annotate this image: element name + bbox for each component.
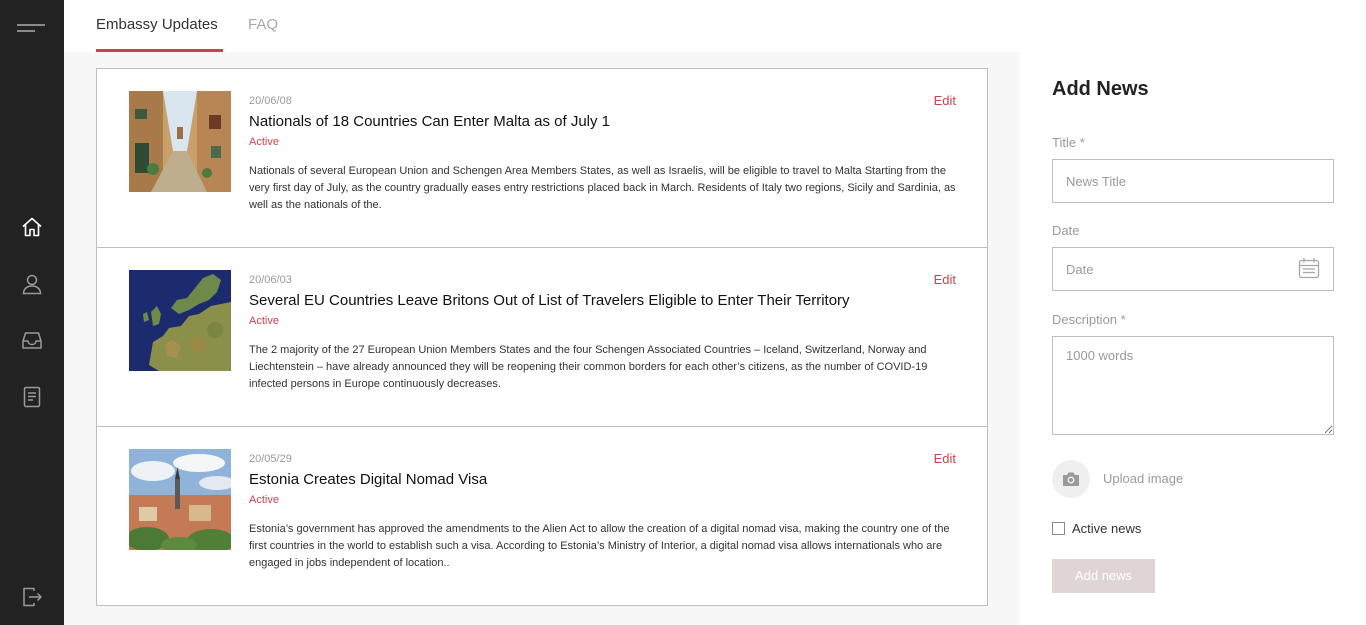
camera-icon[interactable] [1052, 460, 1090, 498]
title-label: Title * [1052, 135, 1085, 150]
news-status: Active [249, 136, 279, 148]
edit-link[interactable]: Edit [934, 93, 956, 108]
top-tabs: Embassy Updates FAQ [64, 0, 1366, 52]
logout-icon[interactable] [20, 585, 44, 609]
active-news-label[interactable]: Active news [1072, 521, 1141, 536]
news-thumbnail-tallinn [129, 449, 231, 550]
date-label: Date [1052, 223, 1080, 238]
news-description: Nationals of several European Union and … [249, 165, 956, 211]
inbox-icon[interactable] [20, 328, 44, 352]
news-thumbnail-europe-map [129, 270, 231, 371]
description-label: Description * [1052, 312, 1126, 327]
add-news-button[interactable]: Add news [1052, 559, 1155, 593]
tab-embassy-updates[interactable]: Embassy Updates [96, 0, 223, 52]
news-item: 20/06/03 Several EU Countries Leave Brit… [97, 248, 987, 427]
document-icon[interactable] [20, 385, 44, 409]
news-date: 20/06/08 [249, 95, 292, 107]
edit-link[interactable]: Edit [934, 451, 956, 466]
news-status: Active [249, 315, 279, 327]
home-icon[interactable] [20, 215, 44, 239]
news-date: 20/06/03 [249, 274, 292, 286]
menu-icon[interactable] [17, 22, 45, 36]
news-thumbnail-street [129, 91, 231, 192]
description-textarea[interactable] [1052, 336, 1334, 435]
news-date: 20/05/29 [249, 453, 292, 465]
panel-title: Add News [1052, 78, 1149, 100]
news-description: Estonia’s government has approved the am… [249, 523, 950, 569]
edit-link[interactable]: Edit [934, 272, 956, 287]
news-title[interactable]: Several EU Countries Leave Britons Out o… [249, 292, 850, 309]
news-title[interactable]: Nationals of 18 Countries Can Enter Malt… [249, 113, 610, 130]
news-list: 20/06/08 Nationals of 18 Countries Can E… [96, 68, 988, 606]
add-news-panel: Add News Title * Date Description * Uplo… [1020, 52, 1366, 625]
tab-faq[interactable]: FAQ [248, 0, 278, 52]
news-description: The 2 majority of the 27 European Union … [249, 344, 928, 390]
news-item: 20/06/08 Nationals of 18 Countries Can E… [97, 69, 987, 248]
news-title[interactable]: Estonia Creates Digital Nomad Visa [249, 471, 487, 488]
user-icon[interactable] [20, 272, 44, 296]
upload-image-link[interactable]: Upload image [1103, 471, 1183, 486]
date-input[interactable] [1052, 247, 1334, 291]
title-input[interactable] [1052, 159, 1334, 203]
active-news-checkbox[interactable] [1052, 522, 1065, 535]
news-item: 20/05/29 Estonia Creates Digital Nomad V… [97, 427, 987, 605]
news-status: Active [249, 494, 279, 506]
sidebar [0, 0, 64, 625]
calendar-icon[interactable] [1298, 257, 1320, 279]
